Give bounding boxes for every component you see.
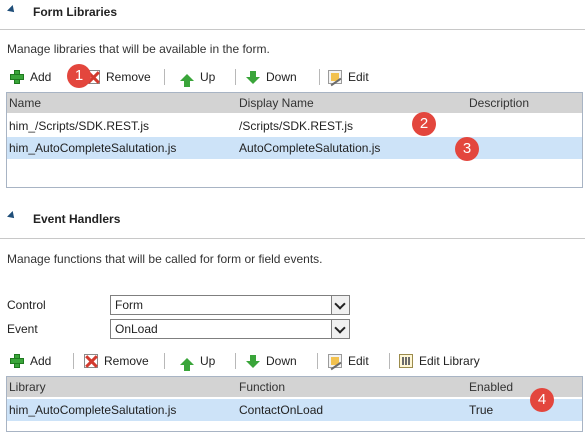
column-header-display-name[interactable]: Display Name xyxy=(239,96,314,110)
library-display-name-cell: /Scripts/SDK.REST.js xyxy=(239,119,354,133)
grid-header: Name Display Name Description xyxy=(7,93,582,113)
remove-label: Remove xyxy=(106,70,151,84)
up-arrow-icon xyxy=(180,357,194,371)
toolbar-separator xyxy=(164,353,165,369)
move-up-button[interactable]: Up xyxy=(180,65,215,89)
event-handlers-description: Manage functions that will be called for… xyxy=(7,252,323,266)
section-divider xyxy=(0,29,585,30)
callout-marker: 3 xyxy=(455,137,479,161)
collapse-arrow-icon[interactable] xyxy=(7,211,17,221)
section-divider xyxy=(0,238,585,239)
handler-enabled-cell: True xyxy=(469,403,494,417)
toolbar-separator xyxy=(73,353,74,369)
toolbar-separator xyxy=(164,69,165,85)
event-select-value: OnLoad xyxy=(115,322,158,336)
control-label: Control xyxy=(7,298,46,312)
remove-handler-button[interactable]: Remove xyxy=(84,349,149,373)
callout-marker: 1 xyxy=(67,64,91,88)
event-handlers-toolbar: Add Remove Up Down Edit Edit Library xyxy=(6,349,581,373)
handler-function-cell: ContactOnLoad xyxy=(239,403,324,417)
toolbar-separator xyxy=(389,353,390,369)
chevron-down-icon[interactable] xyxy=(331,320,349,338)
table-row-selected[interactable]: him_AutoCompleteSalutation.js ContactOnL… xyxy=(7,399,582,421)
form-libraries-toolbar: Add Remove Up Down Edit xyxy=(6,65,581,89)
add-icon xyxy=(10,354,24,368)
table-row[interactable]: him_/Scripts/SDK.REST.js /Scripts/SDK.RE… xyxy=(7,115,582,137)
move-up-button[interactable]: Up xyxy=(180,349,215,373)
collapse-arrow-icon[interactable] xyxy=(7,5,17,15)
edit-library-icon xyxy=(399,354,413,368)
edit-icon xyxy=(328,70,342,84)
up-label: Up xyxy=(200,70,216,84)
edit-library-button[interactable]: Edit xyxy=(328,65,369,89)
edit-library-button[interactable]: Edit Library xyxy=(399,349,480,373)
column-header-enabled[interactable]: Enabled xyxy=(469,380,513,394)
up-arrow-icon xyxy=(180,73,194,87)
down-arrow-icon xyxy=(246,354,260,368)
column-header-function[interactable]: Function xyxy=(239,380,285,394)
event-handlers-title: Event Handlers xyxy=(33,212,121,226)
add-library-button[interactable]: Add xyxy=(10,65,51,89)
event-select[interactable]: OnLoad xyxy=(110,319,350,339)
up-label: Up xyxy=(200,354,216,368)
toolbar-separator xyxy=(235,353,236,369)
library-name-cell: him_AutoCompleteSalutation.js xyxy=(9,141,177,155)
event-handlers-grid: Library Function Enabled him_AutoComplet… xyxy=(6,376,583,432)
chevron-down-icon[interactable] xyxy=(331,296,349,314)
control-select-value: Form xyxy=(115,298,143,312)
library-name-cell: him_/Scripts/SDK.REST.js xyxy=(9,119,150,133)
form-libraries-description: Manage libraries that will be available … xyxy=(7,42,270,56)
down-arrow-icon xyxy=(246,70,260,84)
toolbar-separator xyxy=(317,353,318,369)
edit-library-label: Edit Library xyxy=(419,354,480,368)
column-header-description[interactable]: Description xyxy=(469,96,529,110)
edit-label: Edit xyxy=(348,70,369,84)
remove-label: Remove xyxy=(104,354,149,368)
callout-marker: 2 xyxy=(412,112,436,136)
edit-icon xyxy=(328,354,342,368)
form-libraries-title: Form Libraries xyxy=(33,5,118,19)
add-label: Add xyxy=(30,70,52,84)
toolbar-separator xyxy=(319,69,320,85)
add-label: Add xyxy=(30,354,52,368)
move-down-button[interactable]: Down xyxy=(246,349,297,373)
remove-library-button[interactable]: Remove xyxy=(86,65,151,89)
column-header-library[interactable]: Library xyxy=(9,380,46,394)
handler-library-cell: him_AutoCompleteSalutation.js xyxy=(9,403,177,417)
add-icon xyxy=(10,70,24,84)
edit-handler-button[interactable]: Edit xyxy=(328,349,369,373)
control-select[interactable]: Form xyxy=(110,295,350,315)
event-label: Event xyxy=(7,322,38,336)
down-label: Down xyxy=(266,354,297,368)
form-libraries-grid: Name Display Name Description him_/Scrip… xyxy=(6,92,583,188)
down-label: Down xyxy=(266,70,297,84)
callout-marker: 4 xyxy=(530,388,554,412)
table-row-selected[interactable]: him_AutoCompleteSalutation.js AutoComple… xyxy=(7,137,582,159)
edit-label: Edit xyxy=(348,354,369,368)
grid-header: Library Function Enabled xyxy=(7,377,582,397)
library-display-name-cell: AutoCompleteSalutation.js xyxy=(239,141,381,155)
column-header-name[interactable]: Name xyxy=(9,96,41,110)
move-down-button[interactable]: Down xyxy=(246,65,297,89)
add-handler-button[interactable]: Add xyxy=(10,349,51,373)
remove-icon xyxy=(84,354,98,368)
toolbar-separator xyxy=(235,69,236,85)
